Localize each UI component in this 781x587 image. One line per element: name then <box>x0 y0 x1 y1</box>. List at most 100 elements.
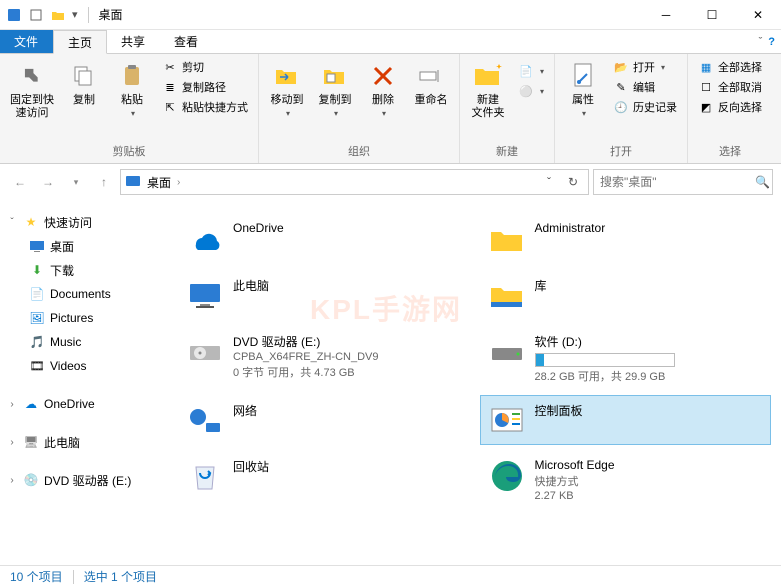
shortcut-icon: ⇱ <box>162 99 178 115</box>
tab-home[interactable]: 主页 <box>53 30 107 54</box>
copy-button[interactable]: 复制 <box>62 58 106 109</box>
tree-onedrive[interactable]: ›☁OneDrive <box>0 392 168 416</box>
status-selected-count: 选中 1 个项目 <box>84 568 157 585</box>
recent-dropdown[interactable]: ▾ <box>64 170 88 194</box>
pin-quickaccess-button[interactable]: 固定到快 速访问 <box>6 58 58 122</box>
new-folder-button[interactable]: 新建 文件夹 <box>466 58 510 122</box>
ribbon-group-select: ▦全部选择 ☐全部取消 ◩反向选择 选择 <box>688 54 772 163</box>
tree-pictures[interactable]: 🖼Pictures <box>0 306 168 330</box>
rename-button[interactable]: 重命名 <box>409 58 453 109</box>
copy-path-button[interactable]: ≣复制路径 <box>158 78 252 96</box>
expand-icon[interactable]: › <box>6 399 18 410</box>
item-libraries[interactable]: 库 <box>480 270 772 320</box>
search-input[interactable] <box>600 175 755 189</box>
copyto-icon <box>319 60 351 92</box>
easy-access-icon: ⚪ <box>518 83 534 99</box>
new-item-button[interactable]: 📄▾ <box>514 62 548 80</box>
music-icon: 🎵 <box>28 333 46 351</box>
ribbon: 固定到快 速访问 复制 粘贴 ▾ ✂剪切 ≣复制路径 ⇱粘贴快捷方式 剪贴板 移… <box>0 54 781 164</box>
item-control-panel[interactable]: 控制面板 <box>480 395 772 445</box>
group-label-open: 打开 <box>561 141 681 161</box>
paste-button[interactable]: 粘贴 ▾ <box>110 58 154 120</box>
easy-access-button[interactable]: ⚪▾ <box>514 82 548 100</box>
tab-share[interactable]: 共享 <box>107 30 160 53</box>
address-dropdown-icon[interactable]: ˇ <box>538 171 560 193</box>
tab-file[interactable]: 文件 <box>0 30 53 53</box>
close-button[interactable]: ✕ <box>735 0 781 30</box>
tree-quick-access[interactable]: ˇ★快速访问 <box>0 210 168 234</box>
tree-desktop[interactable]: 桌面 <box>0 234 168 258</box>
window-title: 桌面 <box>99 6 123 23</box>
edit-button[interactable]: ✎编辑 <box>609 78 681 96</box>
qat-folder-icon[interactable] <box>50 7 66 23</box>
status-separator <box>73 570 74 584</box>
app-icon <box>6 7 22 23</box>
forward-button[interactable]: → <box>36 170 60 194</box>
tree-videos[interactable]: 🎞Videos <box>0 354 168 378</box>
ribbon-group-open: 属性▾ 📂打开▾ ✎编辑 🕘历史记录 打开 <box>555 54 688 163</box>
maximize-button[interactable]: ☐ <box>689 0 735 30</box>
refresh-button[interactable]: ↻ <box>562 171 584 193</box>
item-recycle-bin[interactable]: 回收站 <box>178 451 470 507</box>
ribbon-collapse-icon[interactable]: ˇ <box>759 36 763 48</box>
tab-view[interactable]: 查看 <box>160 30 213 53</box>
edge-icon <box>487 456 527 496</box>
titlebar: ▾ 桌面 ─ ☐ ✕ <box>0 0 781 30</box>
pictures-icon: 🖼 <box>28 309 46 327</box>
user-folder-icon <box>487 219 527 259</box>
tree-thispc[interactable]: ›🖥此电脑 <box>0 430 168 454</box>
select-all-button[interactable]: ▦全部选择 <box>694 58 766 76</box>
item-administrator[interactable]: Administrator <box>480 214 772 264</box>
open-button[interactable]: 📂打开▾ <box>609 58 681 76</box>
documents-icon: 📄 <box>28 285 46 303</box>
help-icon[interactable]: ? <box>768 36 775 48</box>
dvd-drive-icon <box>185 331 225 371</box>
minimize-button[interactable]: ─ <box>643 0 689 30</box>
item-dvd[interactable]: DVD 驱动器 (E:)CPBA_X64FRE_ZH-CN_DV90 字节 可用… <box>178 326 470 389</box>
edit-icon: ✎ <box>613 79 629 95</box>
expand-icon[interactable]: › <box>6 437 18 448</box>
invert-selection-button[interactable]: ◩反向选择 <box>694 98 766 116</box>
history-button[interactable]: 🕘历史记录 <box>609 98 681 116</box>
item-onedrive[interactable]: OneDrive <box>178 214 470 264</box>
pc-icon: 🖥 <box>22 433 40 451</box>
chevron-down-icon: ▾ <box>131 109 135 118</box>
invert-icon: ◩ <box>698 99 714 115</box>
cut-button[interactable]: ✂剪切 <box>158 58 252 76</box>
qat: ▾ <box>0 7 84 23</box>
group-label-clipboard: 剪贴板 <box>6 141 252 161</box>
expand-icon[interactable]: ˇ <box>6 217 18 228</box>
qat-dropdown-icon[interactable]: ▾ <box>72 8 78 21</box>
expand-icon[interactable]: › <box>6 475 18 486</box>
rename-icon <box>415 60 447 92</box>
tree-music[interactable]: 🎵Music <box>0 330 168 354</box>
address-bar[interactable]: 桌面 › ˇ ↻ <box>120 169 589 195</box>
back-button[interactable]: ← <box>8 170 32 194</box>
control-panel-icon <box>487 400 527 440</box>
tree-dvd[interactable]: ›💿DVD 驱动器 (E:) <box>0 468 168 492</box>
copy-to-button[interactable]: 复制到▾ <box>313 58 357 120</box>
search-icon[interactable]: 🔍 <box>755 175 770 189</box>
item-thispc[interactable]: 此电脑 <box>178 270 470 320</box>
delete-button[interactable]: 删除▾ <box>361 58 405 120</box>
star-icon: ★ <box>22 213 40 231</box>
select-none-button[interactable]: ☐全部取消 <box>694 78 766 96</box>
drive-space-bar <box>535 353 675 367</box>
tree-documents[interactable]: 📄Documents <box>0 282 168 306</box>
item-edge[interactable]: Microsoft Edge快捷方式2.27 KB <box>480 451 772 507</box>
group-label-new: 新建 <box>466 141 548 161</box>
move-to-button[interactable]: 移动到▾ <box>265 58 309 120</box>
qat-new-icon[interactable] <box>28 7 44 23</box>
item-software-d[interactable]: 软件 (D:) 28.2 GB 可用，共 29.9 GB <box>480 326 772 389</box>
delete-icon <box>367 60 399 92</box>
select-all-icon: ▦ <box>698 59 714 75</box>
tree-downloads[interactable]: ⬇下载 <box>0 258 168 282</box>
breadcrumb[interactable]: 桌面 <box>145 174 173 191</box>
up-button[interactable]: ↑ <box>92 170 116 194</box>
properties-button[interactable]: 属性▾ <box>561 58 605 120</box>
breadcrumb-arrow-icon[interactable]: › <box>177 177 180 188</box>
search-box[interactable]: 🔍 <box>593 169 773 195</box>
nav-tree: ˇ★快速访问 桌面 ⬇下载 📄Documents 🖼Pictures 🎵Musi… <box>0 200 168 570</box>
item-network[interactable]: 网络 <box>178 395 470 445</box>
paste-shortcut-button[interactable]: ⇱粘贴快捷方式 <box>158 98 252 116</box>
